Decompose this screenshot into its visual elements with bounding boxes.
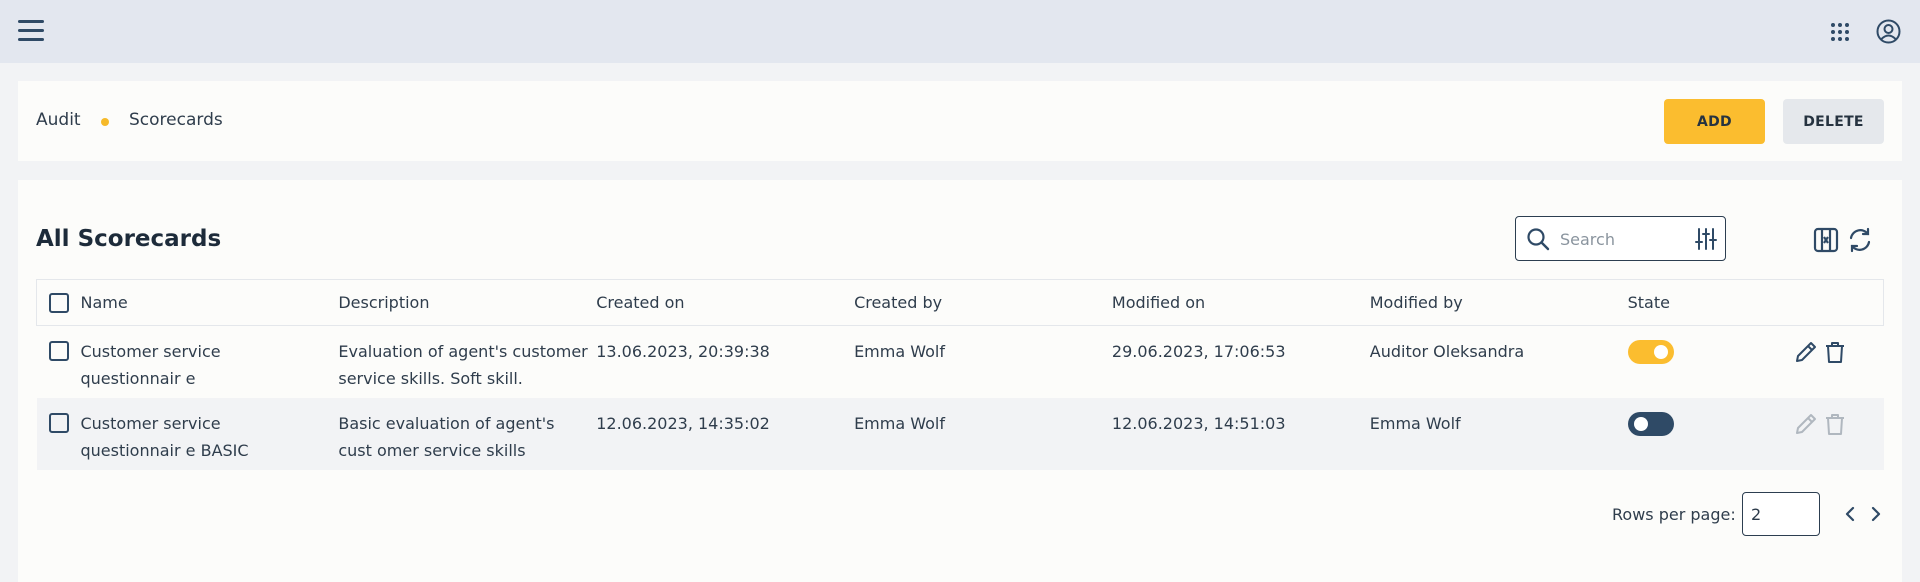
cell-created-on: 13.06.2023, 20:39:38 <box>596 342 770 361</box>
column-header-created-on[interactable]: Created on <box>596 280 854 326</box>
scorecards-table: Name Description Created on Created by M… <box>36 279 1884 470</box>
top-bar <box>0 0 1920 63</box>
column-header-state[interactable]: State <box>1628 280 1784 326</box>
table-header: Name Description Created on Created by M… <box>36 279 1884 326</box>
cell-description: Evaluation of agent's customer service s… <box>338 342 588 388</box>
delete-button[interactable]: DELETE <box>1783 99 1884 144</box>
edit-pencil-icon <box>1795 413 1816 434</box>
scorecards-panel: All Scorecards Search Name Description C… <box>18 180 1902 582</box>
row-checkbox[interactable] <box>48 341 69 361</box>
chevron-right-icon[interactable] <box>1866 504 1886 524</box>
column-header-modified-by[interactable]: Modified by <box>1370 280 1628 326</box>
cell-description: Basic evaluation of agent's cust omer se… <box>338 413 555 460</box>
page-title: All Scorecards <box>36 226 222 252</box>
cell-created-by: Emma Wolf <box>854 342 945 361</box>
search-box <box>1515 216 1726 261</box>
hamburger-menu-icon[interactable] <box>18 20 44 42</box>
cell-modified-on: 29.06.2023, 17:06:53 <box>1111 342 1286 361</box>
chevron-left-icon[interactable] <box>1840 504 1860 524</box>
add-button[interactable]: ADD <box>1664 99 1765 144</box>
breadcrumb-separator <box>101 118 109 126</box>
select-all-checkbox[interactable] <box>49 293 69 313</box>
table-row[interactable]: Customer service questionnair e BASIC Ba… <box>36 397 1884 470</box>
column-header-name[interactable]: Name <box>80 280 338 326</box>
columns-settings-icon[interactable] <box>1813 227 1839 253</box>
delete-trash-icon[interactable] <box>1823 340 1847 364</box>
refresh-icon[interactable] <box>1847 227 1873 253</box>
filter-sliders-icon[interactable] <box>1695 228 1717 250</box>
state-toggle[interactable] <box>1627 340 1674 364</box>
breadcrumb-item-scorecards: Scorecards <box>129 110 223 130</box>
column-header-created-by[interactable]: Created by <box>854 280 1112 326</box>
account-circle-icon[interactable] <box>1876 19 1901 44</box>
delete-trash-icon <box>1825 413 1844 435</box>
cell-created-on: 12.06.2023, 14:35:02 <box>596 413 770 433</box>
cell-name: Customer service questionnair e <box>80 342 221 388</box>
row-checkbox[interactable] <box>48 412 69 433</box>
search-icon <box>1527 228 1550 251</box>
column-header-description[interactable]: Description <box>338 280 596 326</box>
rows-per-page-input[interactable] <box>1742 492 1820 536</box>
rows-per-page-label: Rows per page: <box>1612 505 1736 524</box>
cell-modified-by: Auditor Oleksandra <box>1369 342 1525 361</box>
cell-modified-by: Emma Wolf <box>1369 413 1461 433</box>
apps-grid-icon[interactable] <box>1830 22 1850 42</box>
breadcrumb-bar: Audit Scorecards ADD DELETE <box>18 81 1902 161</box>
state-toggle[interactable] <box>1627 411 1674 436</box>
cell-modified-on: 12.06.2023, 14:51:03 <box>1111 413 1286 433</box>
cell-name: Customer service questionnair e BASIC <box>80 413 249 460</box>
cell-created-by: Emma Wolf <box>854 413 945 433</box>
column-header-modified-on[interactable]: Modified on <box>1112 280 1370 326</box>
search-input[interactable] <box>1560 227 1690 251</box>
edit-pencil-icon[interactable] <box>1794 340 1818 364</box>
table-row[interactable]: Customer service questionnair e Evaluati… <box>37 326 1884 398</box>
breadcrumb-item-audit[interactable]: Audit <box>36 110 81 130</box>
